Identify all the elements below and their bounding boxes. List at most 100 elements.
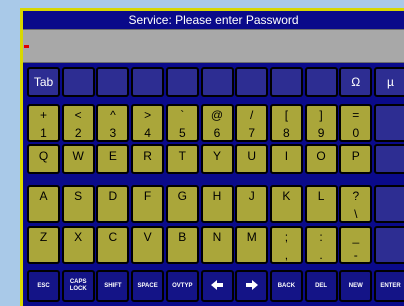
key-control-7[interactable]: BACK bbox=[269, 270, 303, 302]
key-label: CAPS LOCK bbox=[69, 279, 87, 292]
key-label-top: L bbox=[317, 189, 325, 203]
key-label-top: J bbox=[248, 189, 255, 203]
password-field[interactable] bbox=[23, 29, 404, 63]
key-row2-1[interactable]: W bbox=[61, 144, 95, 174]
key-row0-6[interactable] bbox=[235, 67, 269, 97]
key-row0-5[interactable] bbox=[200, 67, 234, 97]
key-row4-6[interactable]: M bbox=[235, 226, 269, 264]
key-row2-8[interactable]: O bbox=[304, 144, 338, 174]
key-label-bottom: 8 bbox=[283, 126, 290, 140]
key-label-bottom: 0 bbox=[352, 126, 360, 140]
key-row4-8[interactable]: :. bbox=[304, 226, 338, 264]
key-label-bottom: 3 bbox=[109, 126, 117, 140]
key-row4-1[interactable]: X bbox=[61, 226, 95, 264]
key-row4-2[interactable]: C bbox=[96, 226, 130, 264]
key-row2-7[interactable]: I bbox=[269, 144, 303, 174]
key-row1-9[interactable]: = 0 bbox=[339, 104, 373, 142]
key-label: I bbox=[284, 149, 289, 163]
key-row3-10[interactable] bbox=[374, 185, 404, 223]
key-row1-5[interactable]: @6 bbox=[200, 104, 234, 142]
key-row4-0[interactable]: Z bbox=[27, 226, 60, 264]
key-row2-9[interactable]: P bbox=[339, 144, 373, 174]
key-row3-3[interactable]: F bbox=[131, 185, 165, 223]
arrow-right-icon bbox=[245, 279, 258, 293]
key-label-bottom: 4 bbox=[144, 126, 151, 140]
key-label-top: B bbox=[178, 230, 187, 244]
key-row0-4[interactable] bbox=[165, 67, 199, 97]
key-control-2[interactable]: SHIFT bbox=[96, 270, 130, 302]
key-label: NEW bbox=[348, 282, 363, 289]
key-row0-3[interactable] bbox=[131, 67, 165, 97]
key-label-bottom: 9 bbox=[317, 126, 325, 140]
key-row2-10[interactable] bbox=[374, 144, 404, 174]
key-label-top: F bbox=[143, 189, 152, 203]
key-row1-6[interactable]: /7 bbox=[235, 104, 269, 142]
key-row1-0[interactable]: +1 bbox=[27, 104, 60, 142]
key-row3-9[interactable]: ? \ bbox=[339, 185, 373, 223]
key-row3-4[interactable]: G bbox=[165, 185, 199, 223]
key-control-10[interactable]: ENTER bbox=[374, 270, 404, 302]
key-row3-1[interactable]: S bbox=[61, 185, 95, 223]
key-label-top: ; bbox=[284, 230, 289, 244]
key-row0-8[interactable] bbox=[304, 67, 338, 97]
key-control-6[interactable] bbox=[235, 270, 269, 302]
key-row2-5[interactable]: Y bbox=[200, 144, 234, 174]
key-row4-10[interactable] bbox=[374, 226, 404, 264]
key-label: SHIFT bbox=[104, 282, 122, 289]
key-label: Ω bbox=[351, 75, 361, 89]
key-label-top: N bbox=[212, 230, 222, 244]
key-row1-4[interactable]: ` 5 bbox=[165, 104, 199, 142]
key-row3-2[interactable]: D bbox=[96, 185, 130, 223]
key-row0-1[interactable] bbox=[61, 67, 95, 97]
key-row0-9[interactable]: Ω bbox=[339, 67, 373, 97]
key-row1-10[interactable] bbox=[374, 104, 404, 142]
key-row2-6[interactable]: U bbox=[235, 144, 269, 174]
key-control-3[interactable]: SPACE bbox=[131, 270, 165, 302]
key-label: BACK bbox=[277, 282, 296, 289]
key-label-top: ] bbox=[319, 108, 323, 122]
key-label: E bbox=[108, 149, 117, 163]
key-row4-7[interactable]: ;, bbox=[269, 226, 303, 264]
key-row0-10[interactable]: µ bbox=[374, 67, 404, 97]
key-row0-2[interactable] bbox=[96, 67, 130, 97]
key-label-bottom: . bbox=[319, 248, 323, 262]
key-label-top: ? bbox=[352, 189, 360, 203]
key-control-8[interactable]: DEL bbox=[304, 270, 338, 302]
key-control-5[interactable] bbox=[200, 270, 234, 302]
key-row2-0[interactable]: Q bbox=[27, 144, 60, 174]
key-row0-0[interactable]: Tab bbox=[27, 67, 60, 97]
key-row3-0[interactable]: A bbox=[27, 185, 60, 223]
key-control-4[interactable]: OVTYP bbox=[165, 270, 199, 302]
key-control-0[interactable]: ESC bbox=[27, 270, 60, 302]
key-row3-7[interactable]: K bbox=[269, 185, 303, 223]
key-row1-2[interactable]: ^ 3 bbox=[96, 104, 130, 142]
key-row1-7[interactable]: [8 bbox=[269, 104, 303, 142]
key-label-bottom: 2 bbox=[74, 126, 82, 140]
key-row3-6[interactable]: J bbox=[235, 185, 269, 223]
key-row1-1[interactable]: <2 bbox=[61, 104, 95, 142]
key-label-top: / bbox=[250, 108, 254, 122]
key-row4-4[interactable]: B bbox=[165, 226, 199, 264]
key-label: T bbox=[178, 149, 186, 163]
key-control-1[interactable]: CAPS LOCK bbox=[61, 270, 95, 302]
key-row4-3[interactable]: V bbox=[131, 226, 165, 264]
arrow-left-icon bbox=[211, 279, 223, 293]
key-row4-9[interactable]: _ - bbox=[339, 226, 373, 264]
key-label-top: V bbox=[143, 230, 152, 244]
key-label: P bbox=[351, 149, 360, 163]
key-label-bottom: , bbox=[284, 248, 289, 262]
key-row2-2[interactable]: E bbox=[96, 144, 130, 174]
on-screen-keyboard: Tab Ωµ +1 <2 ^ 3 >4 ` 5 @6/7[8] 9 = 0 Q W E R T Y U I O P A S D F G… bbox=[23, 63, 404, 306]
key-row1-8[interactable]: ] 9 bbox=[304, 104, 338, 142]
key-row1-3[interactable]: >4 bbox=[131, 104, 165, 142]
key-control-9[interactable]: NEW bbox=[339, 270, 373, 302]
key-row2-3[interactable]: R bbox=[131, 144, 165, 174]
key-label-top: Z bbox=[39, 230, 48, 244]
key-row4-5[interactable]: N bbox=[200, 226, 234, 264]
key-row3-5[interactable]: H bbox=[200, 185, 234, 223]
key-row2-4[interactable]: T bbox=[165, 144, 199, 174]
key-row0-7[interactable] bbox=[269, 67, 303, 97]
key-label: µ bbox=[387, 75, 394, 89]
key-row3-8[interactable]: L bbox=[304, 185, 338, 223]
key-label: W bbox=[72, 149, 84, 163]
